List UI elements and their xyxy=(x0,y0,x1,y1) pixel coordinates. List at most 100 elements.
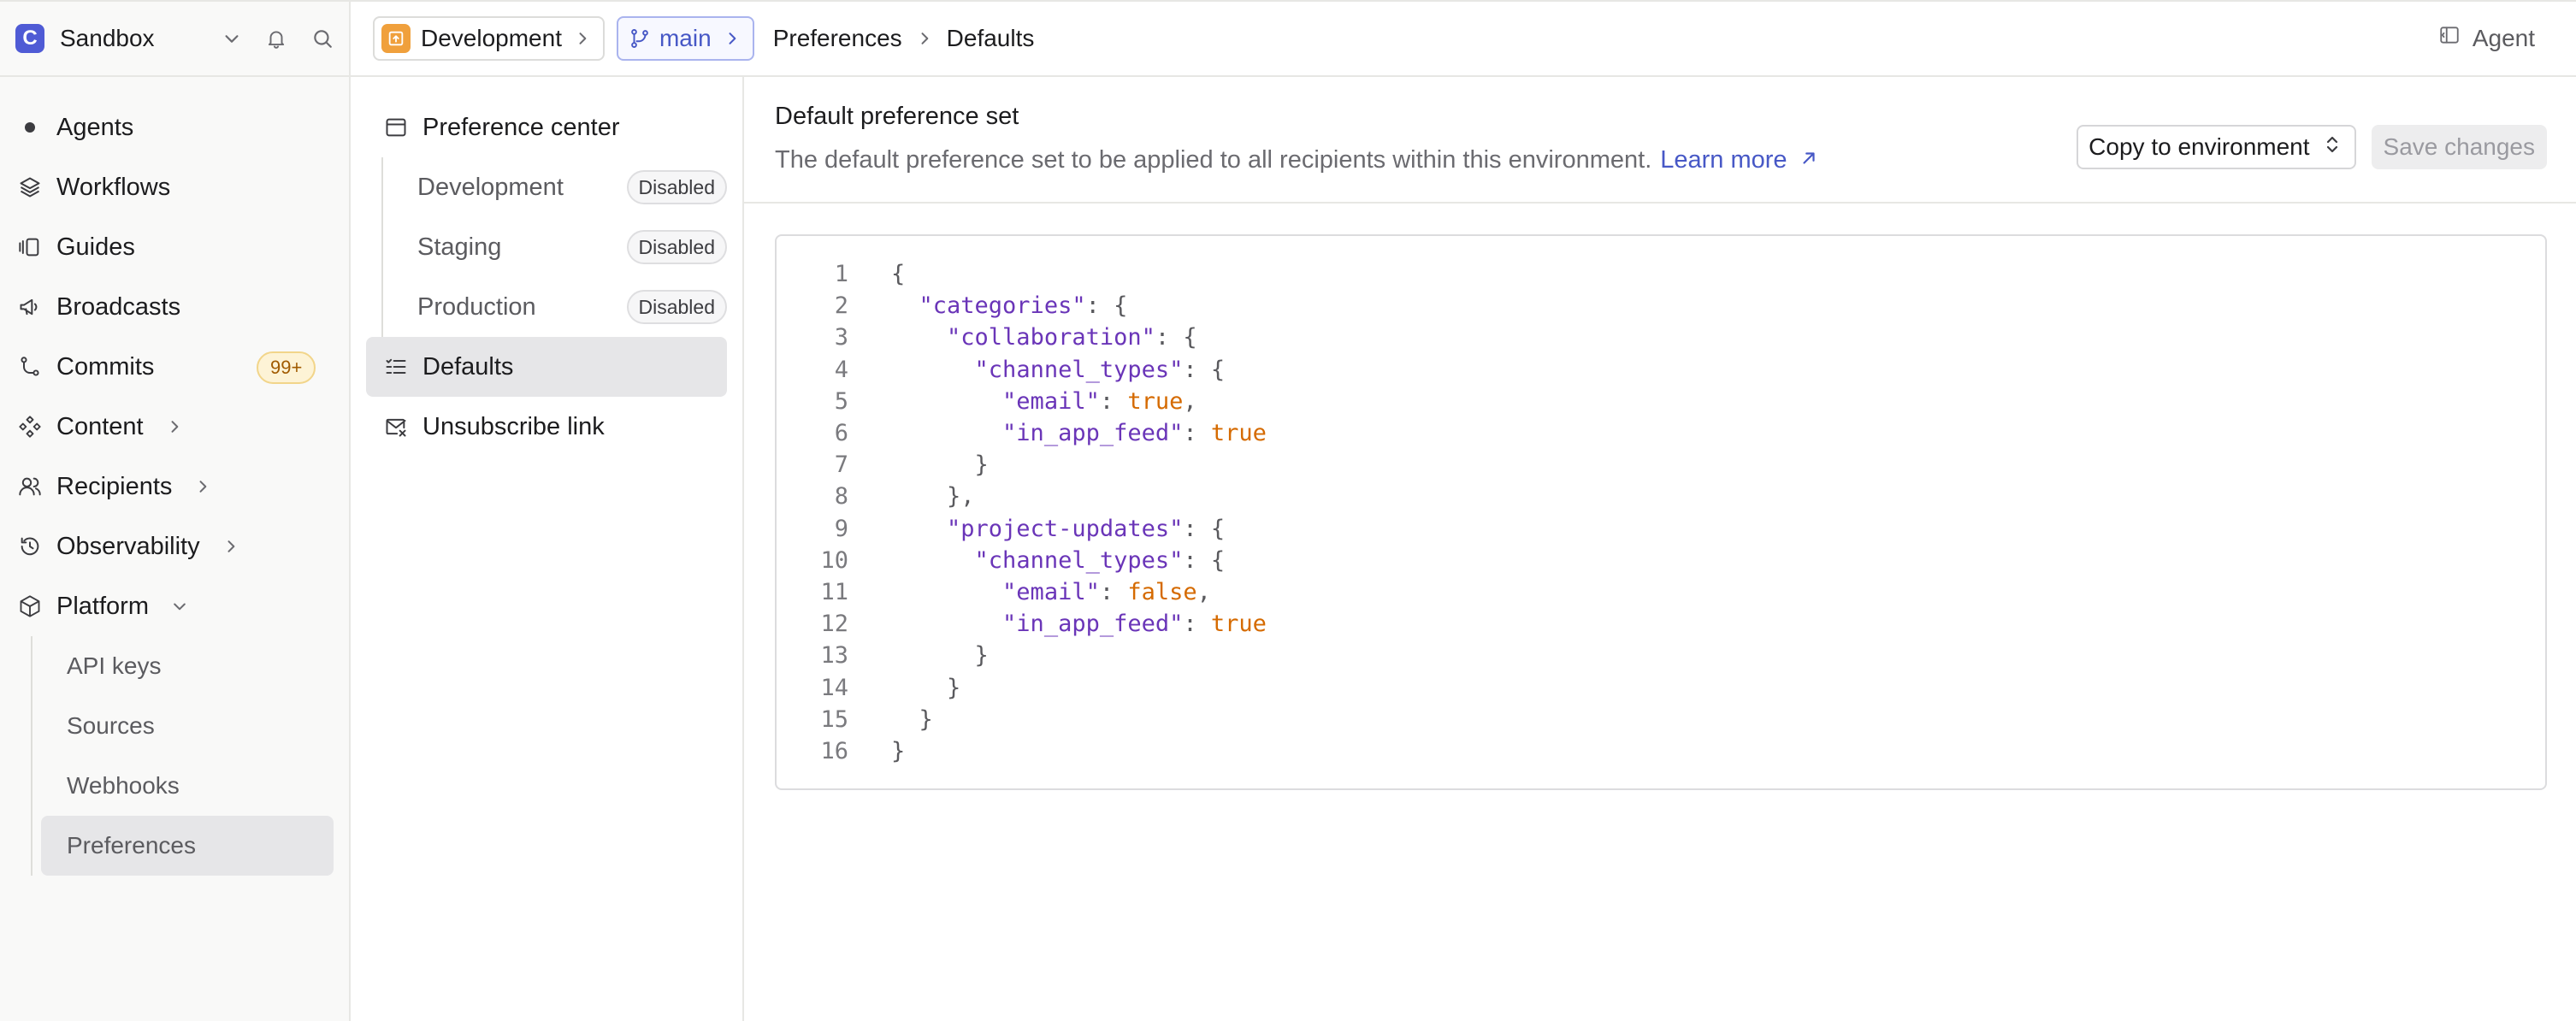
code-line: 13 } xyxy=(777,640,2545,671)
nav-unsubscribe-link[interactable]: Unsubscribe link xyxy=(366,397,727,457)
megaphone-icon xyxy=(17,294,43,320)
sidebar-panel-icon xyxy=(2438,24,2461,52)
nav-item-content[interactable]: Content xyxy=(0,397,349,457)
layers-icon xyxy=(17,174,43,200)
line-number: 3 xyxy=(834,324,848,351)
nav-item-workflows[interactable]: Workflows xyxy=(0,157,349,217)
code-line: 14 } xyxy=(777,671,2545,703)
chevron-up-down-icon xyxy=(2324,133,2341,161)
line-number: 13 xyxy=(820,642,848,670)
nav-item-recipients[interactable]: Recipients xyxy=(0,457,349,516)
mail-x-icon xyxy=(383,414,409,440)
line-number: 1 xyxy=(834,261,848,288)
subnav-item-webhooks[interactable]: Webhooks xyxy=(41,756,334,816)
platform-subnav: API keys Sources Webhooks Preferences xyxy=(31,636,349,876)
subnav-item-sources[interactable]: Sources xyxy=(41,696,334,756)
code-text: } xyxy=(891,642,989,670)
preferences-nav: Preference center Development Disabled S… xyxy=(351,77,744,1021)
code-text: "in_app_feed": true xyxy=(1002,611,1267,638)
save-changes-button[interactable]: Save changes xyxy=(2371,125,2547,169)
nav-defaults[interactable]: Defaults xyxy=(366,337,727,397)
line-number: 8 xyxy=(834,483,848,510)
code-text: } xyxy=(891,674,961,701)
nav-preference-center[interactable]: Preference center xyxy=(366,97,727,157)
branch-switcher[interactable]: main xyxy=(616,16,754,61)
chevron-right-icon xyxy=(166,418,183,435)
commit-icon xyxy=(17,354,43,380)
code-text: "email": false, xyxy=(1002,578,1211,605)
search-icon[interactable] xyxy=(311,27,334,50)
code-line: 6 "in_app_feed": true xyxy=(777,417,2545,449)
defaults-pane: Default preference set The default prefe… xyxy=(744,77,2576,1021)
dot-icon xyxy=(17,115,43,140)
code-line: 10 "channel_types": { xyxy=(777,545,2545,576)
code-line: 12 "in_app_feed": true xyxy=(777,608,2545,640)
line-number: 12 xyxy=(820,611,848,638)
subnav-item-preferences[interactable]: Preferences xyxy=(41,816,334,876)
code-line: 7 } xyxy=(777,449,2545,481)
code-text: "project-updates": { xyxy=(947,515,1226,542)
nav-item-agents[interactable]: Agents xyxy=(0,97,349,157)
chevron-down-icon[interactable] xyxy=(222,29,241,48)
env-item-production[interactable]: Production Disabled xyxy=(381,277,742,337)
nav-label: Guides xyxy=(56,233,135,261)
chevron-right-icon xyxy=(194,478,211,495)
code-text: "channel_types": { xyxy=(974,356,1226,383)
code-line: 1{ xyxy=(777,258,2545,290)
chevron-right-icon xyxy=(724,30,741,47)
workspace-actions xyxy=(222,27,334,50)
code-line: 4 "channel_types": { xyxy=(777,354,2545,386)
status-badge: Disabled xyxy=(626,170,727,204)
nav-label: Workflows xyxy=(56,173,171,201)
nav-item-guides[interactable]: Guides xyxy=(0,217,349,277)
nav-label: Commits xyxy=(56,352,155,381)
line-number: 16 xyxy=(820,737,848,764)
code-line: 5 "email": true, xyxy=(777,386,2545,417)
box-icon xyxy=(17,593,43,619)
line-number: 15 xyxy=(820,705,848,733)
code-text: "categories": { xyxy=(919,292,1128,320)
nav-label: Agents xyxy=(56,113,134,141)
nav-item-broadcasts[interactable]: Broadcasts xyxy=(0,277,349,337)
workspace-name[interactable]: Sandbox xyxy=(60,25,155,52)
arrow-up-right-icon xyxy=(1799,146,1818,174)
status-badge: Disabled xyxy=(626,230,727,264)
code-text: }, xyxy=(891,483,975,510)
copy-to-environment-select[interactable]: Copy to environment xyxy=(2077,125,2356,169)
code-text: } xyxy=(891,451,989,479)
environment-switcher[interactable]: Development xyxy=(373,16,605,61)
content-area: Preference center Development Disabled S… xyxy=(351,77,2576,1021)
primary-nav: Agents Workflows Guides Broadcasts Commi… xyxy=(0,77,349,876)
nav-item-observability[interactable]: Observability xyxy=(0,516,349,576)
env-label: Staging xyxy=(417,233,502,261)
env-label: Development xyxy=(417,173,564,201)
guides-icon xyxy=(17,234,43,260)
breadcrumb-preferences[interactable]: Preferences xyxy=(773,25,902,52)
agent-button[interactable]: Agent xyxy=(2438,24,2535,52)
environment-label: Development xyxy=(421,25,562,51)
chevron-right-icon xyxy=(222,538,239,555)
env-item-development[interactable]: Development Disabled xyxy=(381,157,742,217)
defaults-label: Defaults xyxy=(422,352,514,381)
copy-label: Copy to environment xyxy=(2089,133,2310,160)
line-number: 2 xyxy=(834,292,848,320)
workspace-logo[interactable]: C xyxy=(15,24,44,53)
learn-more-link[interactable]: Learn more xyxy=(1660,146,1817,174)
breadcrumb-defaults: Defaults xyxy=(946,25,1035,51)
bell-icon[interactable] xyxy=(265,27,287,50)
line-number: 11 xyxy=(820,578,848,605)
subnav-item-api-keys[interactable]: API keys xyxy=(41,636,334,696)
code-text: { xyxy=(891,261,906,288)
nav-item-commits[interactable]: Commits 99+ xyxy=(0,337,349,397)
code-text: } xyxy=(891,737,906,764)
code-text: "email": true, xyxy=(1002,387,1197,415)
commits-count-badge: 99+ xyxy=(257,351,316,384)
code-line: 16} xyxy=(777,735,2545,767)
env-item-staging[interactable]: Staging Disabled xyxy=(381,217,742,277)
agent-label: Agent xyxy=(2472,24,2535,51)
json-editor[interactable]: 1{2 "categories": {3 "collaboration": {4… xyxy=(775,234,2547,790)
main-sidebar: C Sandbox Agents Workflows Guides Broadc… xyxy=(0,0,351,1021)
pane-header: Default preference set The default prefe… xyxy=(744,77,2576,204)
nav-item-platform[interactable]: Platform xyxy=(0,576,349,636)
nav-label: Content xyxy=(56,412,144,440)
